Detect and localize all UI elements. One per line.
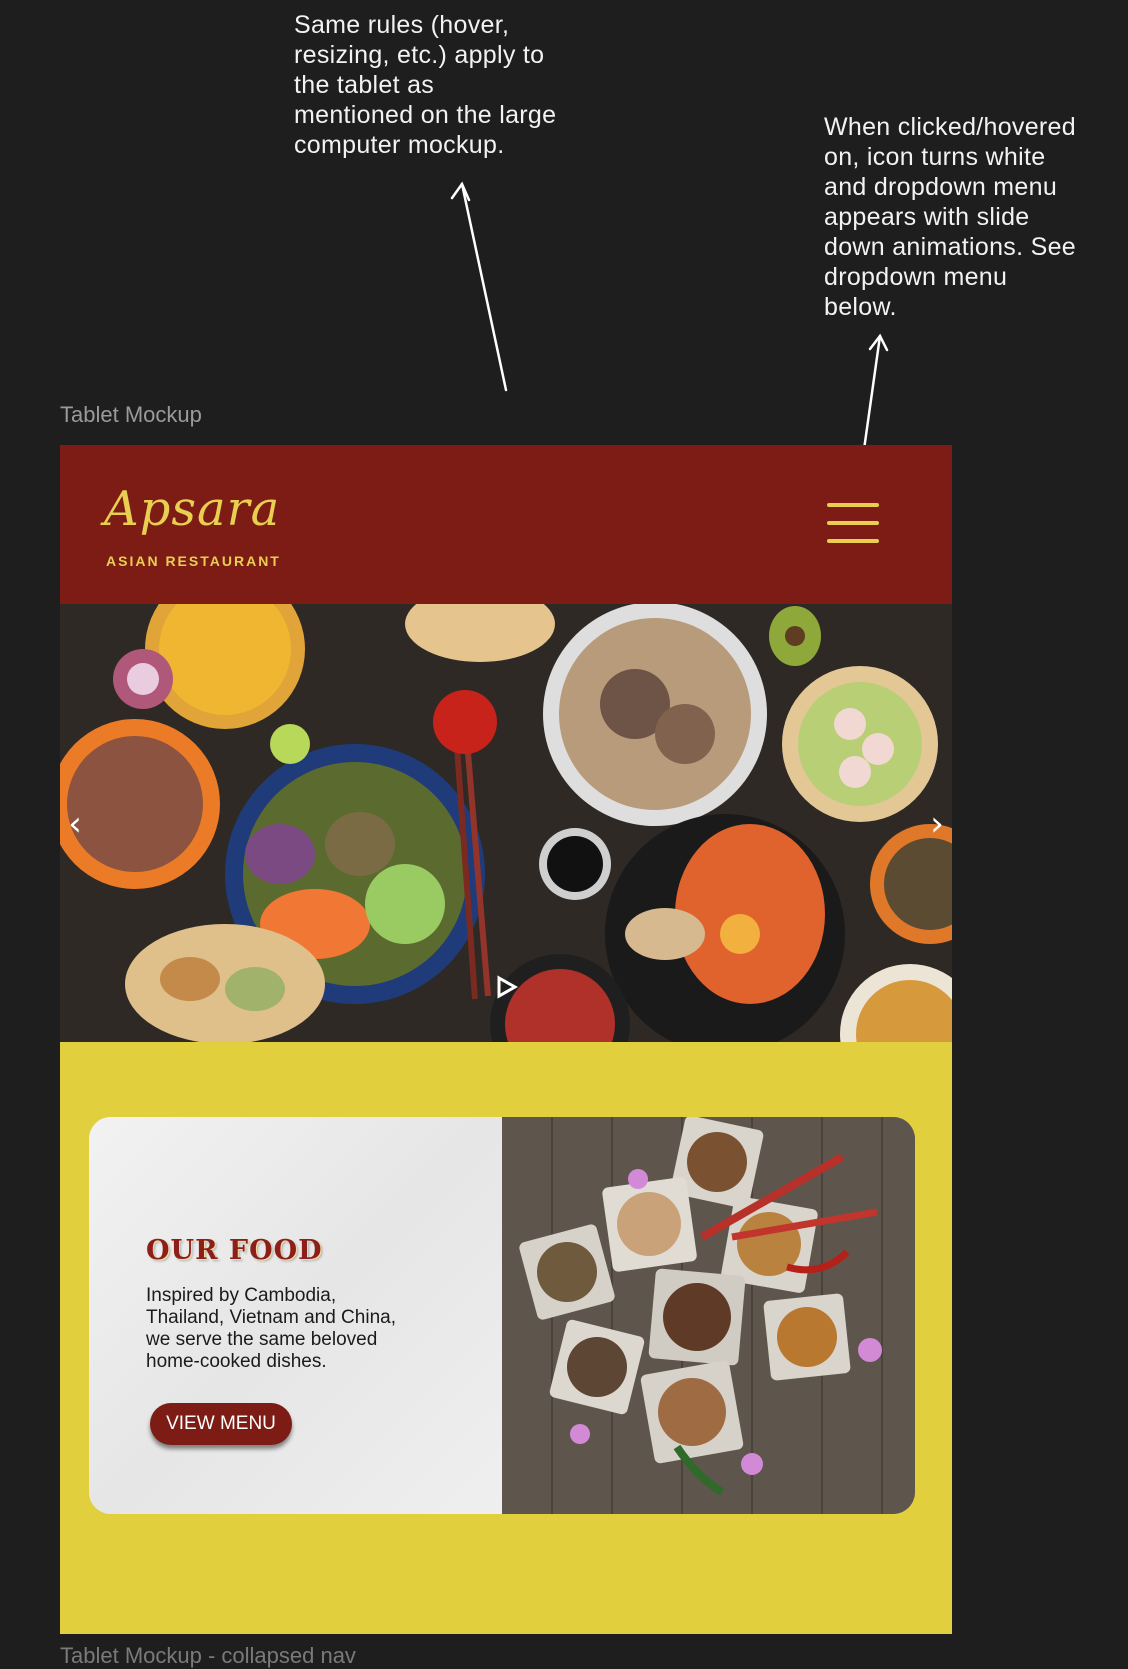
frame-label: Tablet Mockup <box>60 402 202 427</box>
logo-subtitle: ASIAN RESTAURANT <box>106 553 281 569</box>
our-food-text-panel: OUR FOOD Inspired by Cambodia, Thailand,… <box>89 1117 502 1514</box>
logo-wordmark: Apsara <box>104 481 281 537</box>
annotation-arrow-left <box>460 182 508 392</box>
our-food-image <box>502 1117 915 1514</box>
hamburger-icon[interactable] <box>827 503 879 545</box>
carousel-prev-button[interactable]: ‹ <box>60 804 90 844</box>
play-icon[interactable] <box>494 975 518 999</box>
carousel-next-button[interactable]: › <box>922 804 952 844</box>
our-food-title: OUR FOOD <box>146 1235 323 1266</box>
hero-carousel: ‹ › <box>60 604 952 1042</box>
our-food-card: OUR FOOD Inspired by Cambodia, Thailand,… <box>89 1117 915 1514</box>
annotation-hover-rules: Same rules (hover, resizing, etc.) apply… <box>294 11 557 159</box>
tablet-mockup: Apsara ASIAN RESTAURANT ‹ › OUR FOOD Ins… <box>60 445 952 1634</box>
site-header: Apsara ASIAN RESTAURANT <box>60 445 952 604</box>
next-frame-label: Tablet Mockup - collapsed nav <box>60 1643 356 1668</box>
annotation-menu-behavior: When clicked/hovered on, icon turns whit… <box>824 113 1076 321</box>
view-menu-button[interactable]: VIEW MENU <box>150 1403 292 1445</box>
logo[interactable]: Apsara ASIAN RESTAURANT <box>104 481 344 581</box>
our-food-description: Inspired by Cambodia, Thailand, Vietnam … <box>146 1285 396 1372</box>
